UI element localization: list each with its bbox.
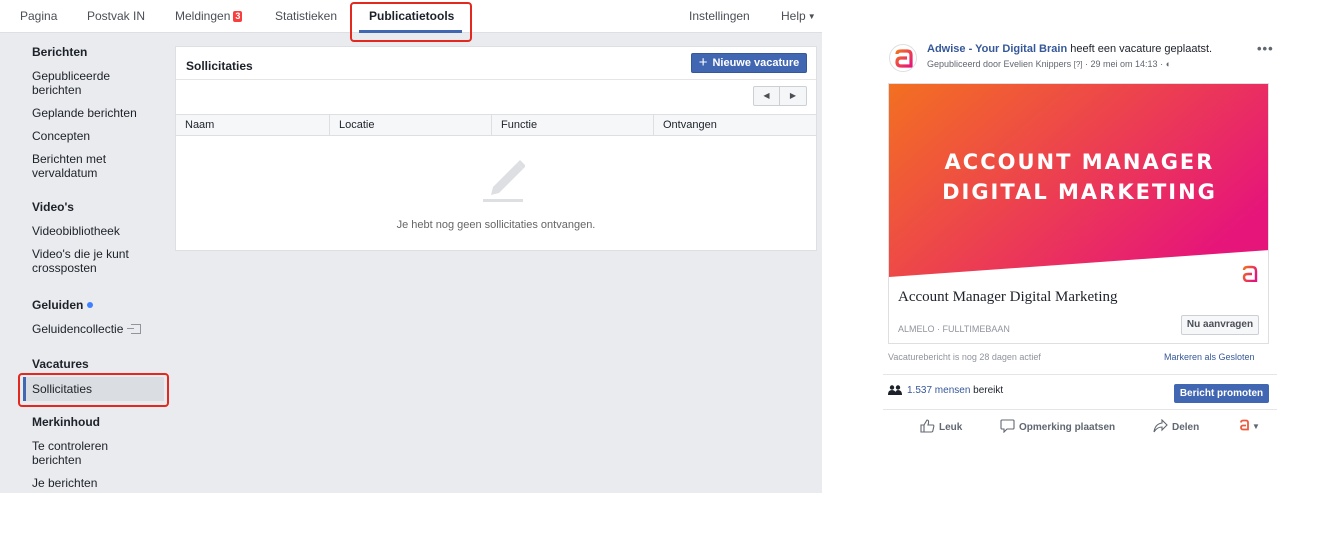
table-header: Naam Locatie Functie Ontvangen xyxy=(176,114,816,136)
chevron-down-icon: ▼ xyxy=(1252,422,1260,431)
job-title[interactable]: Account Manager Digital Marketing xyxy=(898,289,1118,306)
post-date[interactable]: 29 mei om 14:13 xyxy=(1091,59,1158,69)
comment-icon xyxy=(1000,419,1015,434)
sidebar-item-berichten-met-vervaldatum[interactable]: Berichten met vervaldatum xyxy=(32,152,152,180)
adwise-logo-icon xyxy=(895,49,913,68)
pagination: ◀ ▶ xyxy=(753,86,807,106)
like-label: Leuk xyxy=(939,422,963,433)
job-banner[interactable]: ACCOUNT MANAGER DIGITAL MARKETING xyxy=(888,83,1269,282)
chevron-down-icon: ▼ xyxy=(807,12,816,21)
banner-title: ACCOUNT MANAGER DIGITAL MARKETING xyxy=(889,147,1268,207)
post-header: Adwise - Your Digital Brain heeft een va… xyxy=(927,43,1212,55)
post-as-selector[interactable]: ▼ xyxy=(1239,419,1260,434)
share-button[interactable]: Delen xyxy=(1153,418,1200,433)
divider xyxy=(883,374,1277,375)
nav-statistieken[interactable]: Statistieken xyxy=(275,9,337,23)
nav-meldingen[interactable]: Meldingen 3 xyxy=(175,9,243,23)
sidebar-item-geluidencollectie[interactable]: Geluidencollectie xyxy=(32,322,172,336)
sidebar-heading-merkinhoud: Merkinhoud xyxy=(32,415,100,429)
sidebar-item-geplande-berichten[interactable]: Geplande berichten xyxy=(32,106,152,120)
mark-closed-link[interactable]: Markeren als Gesloten xyxy=(1164,352,1255,362)
divider xyxy=(176,79,816,80)
avatar[interactable] xyxy=(889,44,917,72)
share-icon xyxy=(1153,418,1168,433)
sidebar-heading-vacatures: Vacatures xyxy=(32,357,89,371)
people-icon xyxy=(888,385,902,395)
globe-icon: ◐ xyxy=(1165,59,1171,69)
column-ontvangen[interactable]: Ontvangen xyxy=(654,115,816,135)
divider xyxy=(883,409,1277,410)
sidebar-item-videobibliotheek[interactable]: Videobibliotheek xyxy=(32,224,152,238)
help-marker[interactable]: [?] xyxy=(1074,60,1083,69)
author-link[interactable]: Adwise - Your Digital Brain xyxy=(927,43,1067,55)
reach-count[interactable]: 1.537 mensen xyxy=(907,385,970,396)
new-indicator-dot xyxy=(87,302,94,308)
nav-help-label: Help xyxy=(781,9,806,23)
plus-icon: + xyxy=(698,54,708,71)
job-post-preview: Adwise - Your Digital Brain heeft een va… xyxy=(883,40,1277,440)
sidebar-heading-berichten: Berichten xyxy=(32,45,88,59)
more-options-icon[interactable]: ••• xyxy=(1257,41,1274,56)
chevron-right-icon[interactable]: ▶ xyxy=(780,87,806,105)
applications-panel: Sollicitaties + Nieuwe vacature ◀ ▶ Naam … xyxy=(175,46,817,251)
nav-instellingen[interactable]: Instellingen xyxy=(689,9,750,23)
nav-help[interactable]: Help ▼ xyxy=(781,9,816,23)
sidebar-heading-geluiden-label: Geluiden xyxy=(32,298,84,312)
apply-button[interactable]: Nu aanvragen xyxy=(1181,315,1259,335)
reach-text: 1.537 mensen bereikt xyxy=(907,385,1003,396)
job-card[interactable]: Account Manager Digital Marketing ALMELO… xyxy=(888,282,1269,344)
sidebar-item-crossposten[interactable]: Video's die je kunt crossposten xyxy=(32,247,152,275)
page-manager: Pagina Postvak IN Meldingen 3 Statistieke… xyxy=(0,0,822,493)
sidebar-heading-videos: Video's xyxy=(32,200,74,214)
chevron-left-icon[interactable]: ◀ xyxy=(754,87,780,105)
panel-title: Sollicitaties xyxy=(186,59,253,73)
banner-line-2: DIGITAL MARKETING xyxy=(942,180,1217,204)
nav-pagina[interactable]: Pagina xyxy=(20,9,57,23)
post-meta: Gepubliceerd door Evelien Knippers [?] ·… xyxy=(927,59,1171,69)
adwise-logo-icon xyxy=(1240,419,1249,431)
nav-meldingen-label: Meldingen xyxy=(175,9,231,23)
reach-suffix: bereikt xyxy=(973,385,1004,396)
sidebar-item-je-berichten[interactable]: Je berichten xyxy=(32,476,152,490)
highlight-box-sollicitaties xyxy=(18,373,169,407)
post-action-text: heeft een vacature geplaatst. xyxy=(1070,43,1213,55)
highlight-box-publicatietools xyxy=(350,2,472,42)
column-functie[interactable]: Functie xyxy=(492,115,654,135)
share-label: Delen xyxy=(1172,422,1200,433)
sidebar-heading-geluiden: Geluiden xyxy=(32,298,94,312)
promote-post-button[interactable]: Bericht promoten xyxy=(1174,384,1269,403)
empty-state-text: Je hebt nog geen sollicitaties ontvangen… xyxy=(396,219,596,231)
sidebar-item-te-controleren-berichten[interactable]: Te controleren berichten xyxy=(32,439,152,467)
sidebar: Berichten Gepubliceerde berichten Geplan… xyxy=(0,33,175,493)
comment-button[interactable]: Opmerking plaatsen xyxy=(1000,419,1116,434)
column-naam[interactable]: Naam xyxy=(176,115,330,135)
thumbs-up-icon xyxy=(920,419,935,433)
vacancy-active-text: Vacaturebericht is nog 28 dagen actief xyxy=(888,352,1041,362)
comment-label: Opmerking plaatsen xyxy=(1019,422,1116,433)
new-vacancy-button[interactable]: + Nieuwe vacature xyxy=(691,53,807,73)
pencil-icon xyxy=(483,160,525,202)
new-vacancy-label: Nieuwe vacature xyxy=(712,57,800,69)
sidebar-item-geluidencollectie-label: Geluidencollectie xyxy=(32,322,124,336)
notification-badge: 3 xyxy=(233,11,243,22)
column-locatie[interactable]: Locatie xyxy=(330,115,492,135)
job-location-type: ALMELO · FULLTIMEBAAN xyxy=(898,324,1010,334)
nav-postvak-in[interactable]: Postvak IN xyxy=(87,9,145,23)
published-by: Gepubliceerd door Evelien Knippers xyxy=(927,59,1072,69)
like-button[interactable]: Leuk xyxy=(920,419,962,433)
sidebar-item-gepubliceerde-berichten[interactable]: Gepubliceerde berichten xyxy=(32,69,152,97)
banner-line-1: ACCOUNT MANAGER xyxy=(944,150,1215,174)
external-link-icon xyxy=(127,324,142,334)
sidebar-item-concepten[interactable]: Concepten xyxy=(32,129,152,143)
